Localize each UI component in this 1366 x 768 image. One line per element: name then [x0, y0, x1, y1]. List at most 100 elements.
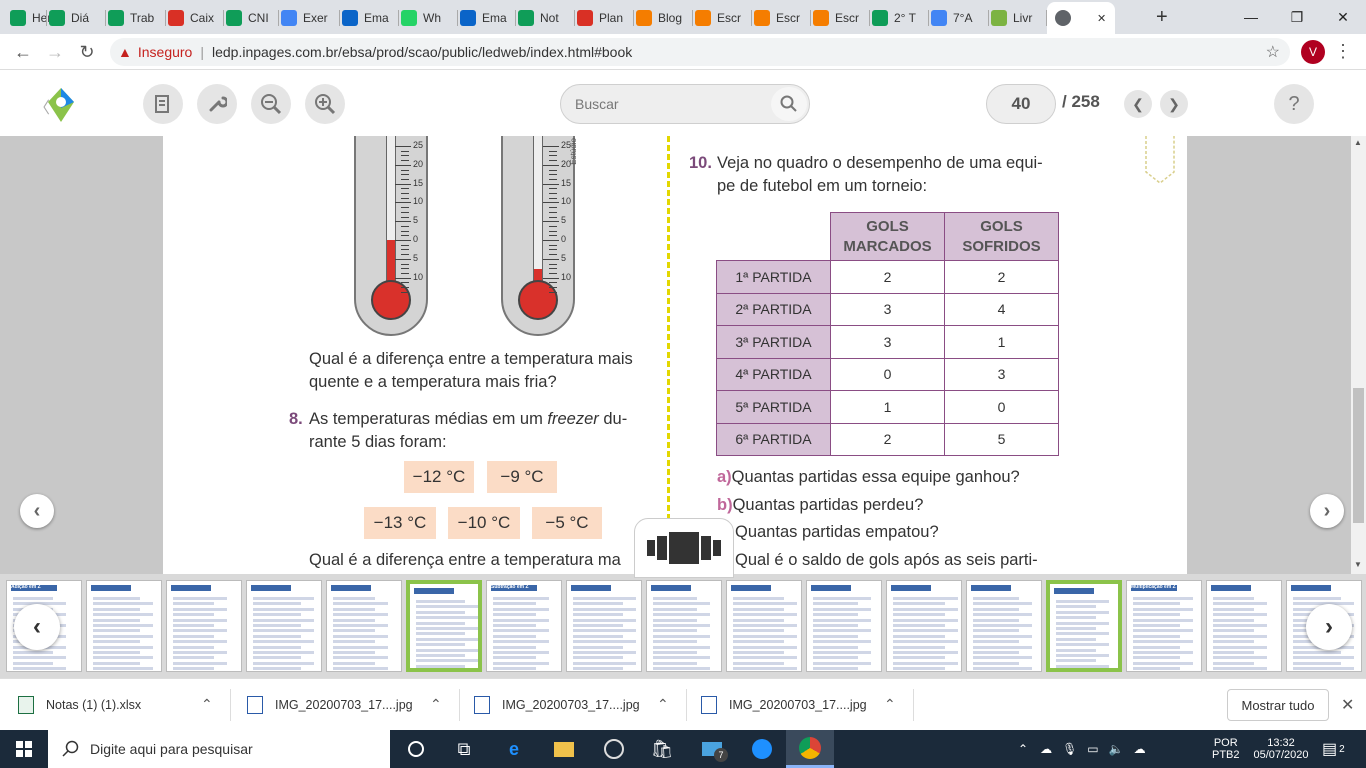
thumbnail-strip-handle[interactable]	[634, 518, 734, 578]
new-tab-button[interactable]: +	[1156, 6, 1168, 29]
clock[interactable]: 13:32 05/07/2020	[1248, 730, 1314, 768]
security-label[interactable]: Inseguro	[138, 44, 192, 60]
taskbar-search[interactable]: Digite aqui para pesquisar	[48, 730, 390, 768]
book-viewer[interactable]: 25 20 15 10 5 0 5 10 25 20 15 10 5 0 5 10 Estúdio Qual…	[0, 136, 1351, 574]
page-thumbnail[interactable]	[806, 580, 882, 672]
browser-tab[interactable]: Escr	[813, 4, 872, 32]
page-thumbnail[interactable]	[966, 580, 1042, 672]
pages-icon[interactable]	[143, 84, 183, 124]
scroll-up-arrow-icon[interactable]: ▲	[1354, 138, 1362, 147]
browser-tab[interactable]: 2° T	[872, 4, 931, 32]
windows-start-icon[interactable]	[0, 730, 48, 768]
reload-button[interactable]: ↻	[76, 41, 98, 63]
browser-tab[interactable]: Ema	[460, 4, 518, 32]
page-thumbnail[interactable]	[1206, 580, 1282, 672]
page-number-input[interactable]: 40	[986, 84, 1056, 124]
prev-page-arrow[interactable]: ‹	[20, 494, 54, 528]
browser-tab[interactable]: Livr	[991, 4, 1049, 32]
page-thumbnail[interactable]	[1046, 580, 1122, 672]
mail-icon[interactable]: 7	[688, 730, 736, 768]
cortana-icon[interactable]	[392, 730, 440, 768]
zoom-out-icon[interactable]	[251, 84, 291, 124]
browser-tab[interactable]: Trab	[108, 4, 168, 32]
bookmark-ribbon-icon[interactable]	[1145, 136, 1175, 184]
page-thumbnail[interactable]	[166, 580, 242, 672]
page-thumbnail[interactable]	[566, 580, 642, 672]
url-text[interactable]: ledp.inpages.com.br/ebsa/prod/scao/publi…	[212, 44, 632, 60]
scrollbar-thumb[interactable]	[1353, 388, 1364, 523]
next-page-arrow[interactable]: ›	[1310, 494, 1344, 528]
download-item[interactable]: Notas (1) (1).xlsx	[18, 679, 141, 731]
thumbnails-next-button[interactable]: ›	[1306, 604, 1352, 650]
zoom-in-icon[interactable]	[305, 84, 345, 124]
tab-close-icon[interactable]: ✕	[1097, 12, 1106, 25]
browser-tab[interactable]: ✕	[1047, 2, 1115, 34]
book-search-field[interactable]: Buscar	[560, 84, 810, 124]
photos-icon[interactable]	[738, 730, 786, 768]
task-view-icon[interactable]: ⧉	[440, 730, 488, 768]
page-thumbnail[interactable]	[86, 580, 162, 672]
help-button[interactable]: ?	[1274, 84, 1314, 124]
mic-icon[interactable]: 🎙	[1062, 742, 1077, 756]
search-button[interactable]	[771, 87, 807, 121]
scroll-down-arrow-icon[interactable]: ▼	[1354, 560, 1362, 569]
download-item[interactable]: IMG_20200703_17....jpg	[247, 679, 413, 731]
download-options-chevron-icon[interactable]: ⌃	[657, 696, 669, 713]
browser-tab[interactable]: Ema	[342, 4, 401, 32]
browser-tab[interactable]: Escr	[695, 4, 754, 32]
page-thumbnail[interactable]	[886, 580, 962, 672]
next-page-button[interactable]: ❯	[1160, 90, 1188, 118]
obs-icon[interactable]	[590, 730, 638, 768]
browser-tab[interactable]: Caix	[168, 4, 226, 32]
browser-tab[interactable]: Plan	[577, 4, 636, 32]
download-item[interactable]: IMG_20200703_17....jpg	[701, 679, 867, 731]
language-indicator[interactable]: POR PTB2	[1212, 730, 1240, 768]
browser-tab[interactable]: Blog	[636, 4, 695, 32]
page-thumbnail[interactable]	[646, 580, 722, 672]
bookmark-star-icon[interactable]: ☆	[1266, 42, 1280, 62]
show-all-downloads-button[interactable]: Mostrar tudo	[1227, 689, 1329, 721]
page-thumbnail[interactable]	[326, 580, 402, 672]
prev-page-button[interactable]: ❮	[1124, 90, 1152, 118]
maximize-button[interactable]: ❐	[1274, 0, 1320, 34]
network-icon[interactable]: ▭	[1087, 742, 1098, 756]
browser-tab[interactable]: CNI	[226, 4, 281, 32]
forward-button[interactable]: →	[44, 41, 66, 63]
download-options-chevron-icon[interactable]: ⌃	[201, 696, 213, 713]
file-explorer-icon[interactable]	[540, 730, 588, 768]
onedrive-icon[interactable]: ☁	[1134, 742, 1146, 756]
download-item[interactable]: IMG_20200703_17....jpg	[474, 679, 640, 731]
tray-expand-icon[interactable]: ⌃	[1018, 742, 1028, 756]
minimize-button[interactable]: —	[1228, 0, 1274, 34]
browser-tab[interactable]: Not	[518, 4, 577, 32]
download-options-chevron-icon[interactable]: ⌃	[430, 696, 442, 713]
chrome-menu-icon[interactable]: ⋮	[1334, 41, 1352, 62]
browser-tab[interactable]: Diá	[49, 4, 108, 32]
omnibox[interactable]: ▲ Inseguro | ledp.inpages.com.br/ebsa/pr…	[110, 38, 1290, 66]
profile-avatar[interactable]: V	[1301, 40, 1325, 64]
edge-icon[interactable]: e	[490, 730, 538, 768]
browser-tab[interactable]: Wh	[401, 4, 460, 32]
browser-tab[interactable]: Exer	[281, 4, 342, 32]
browser-tab[interactable]: Her	[10, 4, 49, 32]
tools-wrench-icon[interactable]	[197, 84, 237, 124]
page-thumbnail[interactable]	[406, 580, 482, 672]
store-icon[interactable]: 🛍	[638, 730, 686, 768]
system-tray-icons[interactable]: ⌃ ☁ 🎙 ▭ 🔈 ☁	[1018, 730, 1146, 768]
notifications-icon[interactable]: ▤ 2	[1322, 730, 1345, 768]
browser-tab[interactable]: 7°A	[931, 4, 991, 32]
page-thumbnail[interactable]: Subtração em Z	[486, 580, 562, 672]
download-options-chevron-icon[interactable]: ⌃	[884, 696, 896, 713]
weather-icon[interactable]: ☁	[1040, 742, 1052, 756]
browser-tab[interactable]: Escr	[754, 4, 813, 32]
page-thumbnail[interactable]	[246, 580, 322, 672]
close-window-button[interactable]: ✕	[1320, 0, 1366, 34]
vertical-scrollbar[interactable]: ▲ ▼	[1351, 136, 1366, 574]
chrome-taskbar-icon[interactable]	[786, 730, 834, 768]
close-downloads-icon[interactable]: ✕	[1341, 695, 1354, 715]
back-button[interactable]: ←	[12, 41, 34, 63]
thumbnails-prev-button[interactable]: ‹	[14, 604, 60, 650]
page-thumbnail[interactable]: Multiplicação em Z	[1126, 580, 1202, 672]
volume-icon[interactable]: 🔈	[1109, 742, 1124, 756]
page-thumbnail[interactable]	[726, 580, 802, 672]
